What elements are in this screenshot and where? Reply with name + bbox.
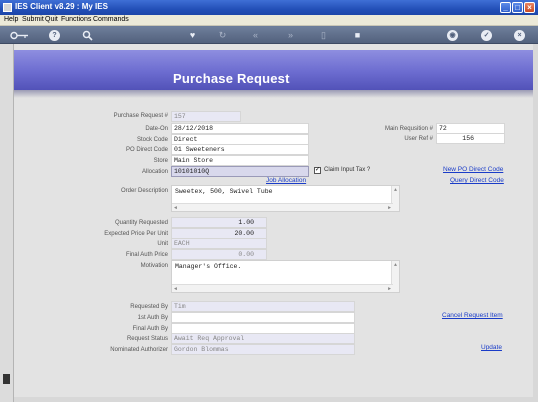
request-status-field: Await Req Approval: [171, 333, 355, 344]
stop-icon[interactable]: ■: [352, 30, 363, 41]
unit-field: EACH: [171, 238, 267, 249]
label-main-requisition-no: Main Requsition #: [384, 126, 433, 132]
right-border: [533, 44, 538, 402]
search-icon[interactable]: [82, 30, 93, 41]
menu-commands[interactable]: Commands: [93, 16, 129, 23]
job-allocation-link[interactable]: Job Allocation: [266, 177, 306, 184]
date-on-field[interactable]: 28/12/2018: [171, 123, 309, 134]
document-icon[interactable]: [3, 374, 10, 384]
scroll-up-icon[interactable]: ▲: [394, 262, 397, 268]
label-quantity-requested: Quantity Requested: [114, 220, 168, 226]
menu-functions[interactable]: Functions: [61, 16, 91, 23]
label-allocation: Allocation: [141, 169, 168, 175]
scroll-right-icon[interactable]: ►: [388, 286, 391, 292]
scroll-up-icon[interactable]: ▲: [394, 187, 397, 193]
label-nominated-authorizer: Nominated Authorizer: [110, 347, 168, 353]
rewind-icon[interactable]: «: [250, 30, 261, 41]
key-icon[interactable]: [10, 30, 30, 41]
claim-input-tax-checkbox[interactable]: ✓: [314, 167, 321, 174]
quantity-requested-field[interactable]: 1.00: [171, 217, 267, 228]
order-description-hscroll[interactable]: ◄ ►: [172, 203, 393, 211]
label-purchase-request-no: Purchase Request #: [113, 113, 168, 119]
motivation-text: Manager's Office.: [175, 263, 242, 270]
label-request-status: Request Status: [126, 336, 168, 342]
new-po-direct-code-link[interactable]: New PO Direct Code: [443, 166, 503, 173]
store-field[interactable]: Main Store: [171, 155, 309, 166]
order-description-field[interactable]: Sweetex, 500, Swivel Tube ▲ ◄ ►: [171, 185, 400, 212]
order-description-text: Sweetex, 500, Swivel Tube: [175, 188, 273, 195]
bottom-border: [14, 397, 533, 402]
label-stock-code: Stock Code: [136, 137, 168, 143]
scroll-left-icon[interactable]: ◄: [174, 205, 177, 211]
maximize-button[interactable]: □: [512, 2, 523, 13]
header-band: Purchase Request: [14, 50, 533, 90]
claim-input-tax-label: Claim Input Tax ?: [324, 167, 371, 173]
label-date-on: Date-On: [145, 126, 168, 132]
title-bar: IES Client v8.29 : My IES _ □ ×: [0, 0, 538, 15]
update-link[interactable]: Update: [481, 344, 502, 351]
close-icon[interactable]: ×: [514, 30, 525, 41]
purchase-request-form: Purchase Request Purchase Request # Date…: [14, 44, 533, 397]
window-title: IES Client v8.29 : My IES: [15, 2, 108, 11]
scroll-right-icon[interactable]: ►: [388, 205, 391, 211]
allocation-field[interactable]: 10101010Q: [171, 166, 309, 177]
toolbar: ? ♥ ↻ « » ▯ ■ ◉ ✓ ×: [0, 27, 538, 44]
label-final-auth-by: Final Auth By: [132, 326, 168, 332]
motivation-field[interactable]: Manager's Office. ▲ ◄ ►: [171, 260, 400, 293]
label-motivation: Motivation: [140, 263, 168, 269]
cancel-request-item-link[interactable]: Cancel Request Item: [442, 312, 503, 319]
label-store: Store: [153, 158, 168, 164]
nominated-authorizer-field[interactable]: Gordon Blommas: [171, 344, 355, 355]
check-icon[interactable]: ✓: [481, 30, 492, 41]
refresh-icon[interactable]: ↻: [217, 30, 228, 41]
query-direct-code-link[interactable]: Query Direct Code: [450, 177, 504, 184]
page-title: Purchase Request: [173, 71, 290, 86]
label-unit: Unit: [157, 241, 168, 247]
label-final-auth-price: Final Auth Price: [125, 252, 168, 258]
bookmark-icon[interactable]: ▯: [318, 30, 329, 41]
purchase-request-no-field: 157: [171, 111, 241, 122]
label-user-ref-no: User Ref #: [404, 136, 433, 142]
menu-quit[interactable]: Quit: [45, 16, 58, 23]
menu-submit[interactable]: Submit: [22, 16, 44, 23]
menu-bar: Help Submit Quit Functions Commands: [0, 15, 538, 26]
app-icon: [3, 3, 12, 12]
scroll-left-icon[interactable]: ◄: [174, 286, 177, 292]
left-strip: [0, 44, 14, 402]
menu-help[interactable]: Help: [4, 16, 18, 23]
label-po-direct-code: PO Direct Code: [125, 147, 168, 153]
label-requested-by: Requested By: [130, 304, 168, 310]
help-icon[interactable]: ?: [49, 30, 60, 41]
final-auth-price-field: 0.00: [171, 249, 267, 260]
label-order-description: Order Description: [120, 188, 168, 194]
heart-icon[interactable]: ♥: [187, 30, 198, 41]
po-direct-code-field[interactable]: 01 Sweeteners: [171, 144, 309, 155]
fast-forward-icon[interactable]: »: [285, 30, 296, 41]
label-expected-price: Expected Price Per Unit: [104, 231, 168, 237]
first-auth-by-field: [171, 312, 355, 323]
minimize-button[interactable]: _: [500, 2, 511, 13]
close-window-button[interactable]: ×: [524, 2, 535, 13]
header-shadow: [14, 90, 533, 98]
label-first-auth-by: 1st Auth By: [137, 315, 168, 321]
user-ref-no-field[interactable]: 156: [436, 133, 505, 144]
requested-by-field: Tim: [171, 301, 355, 312]
globe-icon[interactable]: ◉: [447, 30, 458, 41]
motivation-hscroll[interactable]: ◄ ►: [172, 284, 393, 292]
